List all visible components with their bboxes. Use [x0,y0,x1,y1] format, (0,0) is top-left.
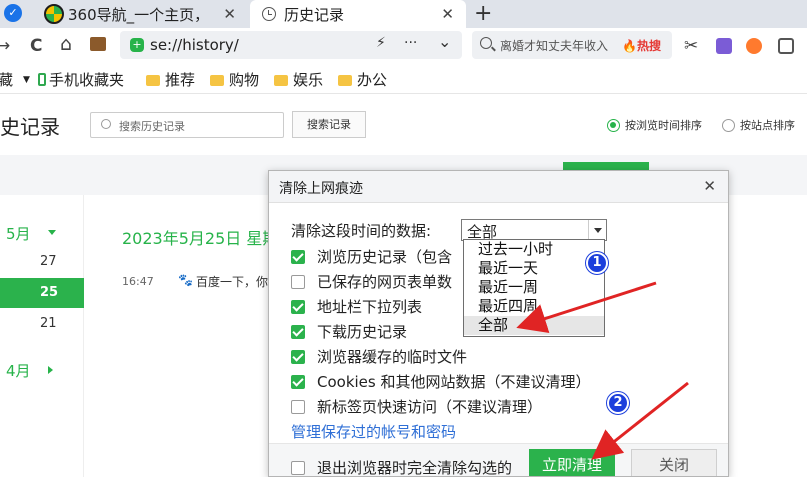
reload-icon[interactable]: C [30,36,42,56]
baidu-paw-icon: 🐾 [178,273,193,287]
sidebar-day[interactable]: 21 [0,309,84,339]
checkbox-unchecked[interactable] [291,460,305,475]
option-clear-on-exit[interactable]: 退出浏览器时完全清除勾选的 [291,457,512,476]
search-box[interactable]: 离婚才知丈夫年收入 🔥热搜 [472,31,672,59]
date-sidebar: 5月 27 25 21 4月 [0,195,84,477]
search-suggestion: 离婚才知丈夫年收入 [500,39,609,53]
folder-icon [338,75,352,86]
clock-icon [262,7,276,21]
url-text: se://history/ [150,36,239,54]
folder-icon [274,75,288,86]
folder-icon [210,75,224,86]
checkbox-checked[interactable] [291,349,305,364]
checkbox-unchecked[interactable] [291,274,305,289]
dropdown-option[interactable]: 最近一天 [464,259,604,278]
entry-time: 16:47 [122,275,154,288]
hot-search-label: 🔥热搜 [622,39,661,53]
tab-360-nav[interactable]: ✓ 360导航_一个主页， ✕ [0,0,248,28]
close-dialog-button[interactable]: 关闭 [631,449,717,476]
address-bar[interactable]: + se://history/ ⚡ ··· ⌄ [120,31,462,59]
tab-strip: ✓ 360导航_一个主页， ✕ 历史记录 ✕ + [0,0,807,28]
bookmark-folder-recommend[interactable]: 推荐 [146,69,195,90]
tab-close-icon[interactable]: ✕ [441,5,454,23]
dialog-title: 清除上网痕迹 [279,181,363,197]
phone-icon [38,73,46,86]
folder-icon [146,75,160,86]
more-icon[interactable]: ··· [404,35,417,51]
search-icon [101,119,111,129]
step-badge-1: 1 [586,252,608,274]
option-cookies[interactable]: Cookies 和其他网站数据（不建议清理） [291,371,591,392]
chevron-down-icon[interactable] [588,220,606,240]
sidebar-day-selected[interactable]: 25 [0,278,84,308]
option-form-data[interactable]: 已保存的网页表单数 [291,271,452,292]
radio-selected-icon [607,118,620,132]
time-range-dropdown: 过去一小时 最近一天 最近一周 最近四周 全部 [463,239,605,337]
option-quick-access[interactable]: 新标签页快速访问（不建议清理） [291,396,542,417]
month-april[interactable]: 4月 [6,360,31,381]
option-download-history[interactable]: 下载历史记录 [291,321,407,342]
tab-history[interactable]: 历史记录 ✕ [250,0,466,28]
month-may[interactable]: 5月 [6,223,31,244]
home-icon[interactable]: ⌂ [60,33,72,55]
option-cache[interactable]: 浏览器缓存的临时文件 [291,346,467,367]
close-icon[interactable]: ✕ [703,177,716,195]
bookmark-folder-entertainment[interactable]: 娱乐 [274,69,323,90]
search-history-button[interactable]: 搜索记录 [292,111,366,138]
history-header: 史记录 搜索历史记录 搜索记录 按浏览时间排序 按站点排序 [0,95,807,155]
checkbox-checked[interactable] [291,299,305,314]
step-badge-2: 2 [607,392,629,414]
tab-title: 历史记录 [284,5,345,24]
time-range-label: 清除这段时间的数据: [291,222,432,240]
dialog-header: 清除上网痕迹 ✕ [269,171,728,203]
checkbox-checked[interactable] [291,374,305,389]
sort-by-time-radio[interactable]: 按浏览时间排序 [607,117,702,133]
checkbox-unchecked[interactable] [291,399,305,414]
bookmarks-bar: 藏 ▼ 手机收藏夹 推荐 购物 娱乐 办公 [0,62,807,94]
sort-by-site-radio[interactable]: 按站点排序 [722,117,795,133]
lightning-icon[interactable]: ⚡ [376,35,386,51]
time-range-select[interactable]: 全部 [461,219,607,241]
option-address-dropdown[interactable]: 地址栏下拉列表 [291,296,422,317]
new-tab-button[interactable]: + [474,1,492,26]
history-search-input[interactable]: 搜索历史记录 [90,112,284,138]
bookmarks-menu[interactable]: 藏 ▼ [0,69,30,90]
caret-down-icon[interactable] [48,230,56,235]
scissors-icon[interactable]: ✂ [684,36,698,56]
360-logo-icon [44,4,64,24]
chevron-down-icon[interactable]: ⌄ [438,32,451,51]
bookmark-folder-shopping[interactable]: 购物 [210,69,259,90]
date-heading: 2023年5月25日 星期 [122,229,279,248]
window-icon[interactable] [778,38,794,54]
clear-now-button[interactable]: 立即清理 [529,449,615,476]
dropdown-option[interactable]: 过去一小时 [464,240,604,259]
search-placeholder: 搜索历史记录 [119,120,185,133]
radio-icon [722,118,735,132]
dropdown-option-selected[interactable]: 全部 [464,316,604,335]
checkbox-checked[interactable] [291,324,305,339]
game-icon[interactable] [746,38,762,54]
checkbox-checked[interactable] [291,249,305,264]
bookmark-mobile[interactable]: 手机收藏夹 [38,69,124,90]
history-entry-link[interactable]: 百度一下，你 [196,273,268,290]
bookmark-folder-office[interactable]: 办公 [338,69,387,90]
dropdown-option[interactable]: 最近四周 [464,297,604,316]
dropdown-option[interactable]: 最近一周 [464,278,604,297]
page-title: 史记录 [0,115,60,139]
option-browse-history[interactable]: 浏览历史记录（包含 [291,246,452,267]
extension-icon[interactable] [716,38,732,54]
navigation-bar: → C ⌂ + se://history/ ⚡ ··· ⌄ 离婚才知丈夫年收入 … [0,28,807,62]
manage-passwords-link[interactable]: 管理保存过的帐号和密码 [291,421,456,442]
caret-right-icon[interactable] [48,366,53,374]
tab-title: 360导航_一个主页， [68,6,210,24]
sidebar-day[interactable]: 27 [0,247,84,277]
tab-close-icon[interactable]: ✕ [223,5,236,23]
browser-shield-icon[interactable]: ✓ [4,4,22,22]
forward-icon[interactable]: → [0,36,10,56]
briefcase-icon[interactable] [90,37,106,51]
security-shield-icon: + [130,38,144,52]
search-icon [480,37,492,49]
